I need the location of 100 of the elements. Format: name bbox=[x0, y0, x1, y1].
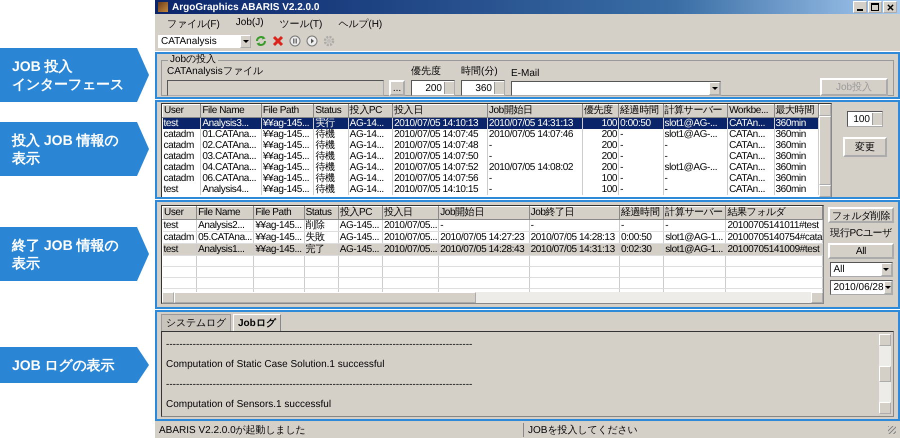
column-header[interactable]: 優先度 bbox=[582, 104, 619, 118]
table-row[interactable]: catadm 04.CATAna... ¥¥ag-145... 待機 AG-14... 2010/07/05 14:07:52 2010/07/05 14:08:02 200 - slot1@AG-... CATAn... 360min bbox=[162, 162, 818, 173]
table-cell: - bbox=[487, 140, 582, 151]
menu-item[interactable]: ファイル(F) bbox=[167, 17, 220, 29]
column-header[interactable]: File Path bbox=[261, 104, 314, 118]
table-row[interactable]: test Analysis4... ¥¥ag-145... 待機 AG-14... 2010/07/05 14:10:15 - 100 - - CATAn... 360min bbox=[162, 184, 818, 195]
table-cell: CATAn... bbox=[728, 162, 774, 173]
callout-text: 表示 bbox=[12, 149, 41, 167]
column-header[interactable]: File Path bbox=[254, 206, 304, 220]
table-cell: slot1@AG-1... bbox=[664, 244, 726, 256]
table-cell: - bbox=[618, 184, 663, 195]
tab[interactable]: Jobログ bbox=[233, 314, 281, 331]
pause-icon[interactable] bbox=[288, 34, 302, 48]
change-button[interactable]: 変更 bbox=[843, 137, 887, 157]
table-cell: ¥¥ag-145... bbox=[261, 173, 314, 184]
menu-item[interactable]: Job(J) bbox=[236, 17, 264, 29]
table-row[interactable]: catadm 03.CATAna... ¥¥ag-145... 待機 AG-14... 2010/07/05 14:07:50 - 200 - - CATAn... 360min bbox=[162, 151, 818, 162]
field-label: E-Mail bbox=[511, 68, 540, 79]
scrollbar[interactable] bbox=[879, 334, 891, 414]
column-header[interactable]: Job開始日 bbox=[438, 206, 530, 220]
column-header[interactable]: Status bbox=[304, 206, 338, 220]
table-row[interactable]: test Analysis1... ¥¥ag-145... 完了 AG-145... 2010/07/05... 2010/07/05 14:28:43 2010/07/05 14:31:13 0:02:30 slot1@AG-1... 20100705141009#test bbox=[162, 244, 822, 256]
table-cell: - bbox=[618, 173, 663, 184]
delete-folder-button[interactable]: フォルダ削除 bbox=[828, 207, 894, 223]
email-dropdown[interactable] bbox=[511, 81, 721, 96]
column-header[interactable]: 経過時間 bbox=[618, 104, 663, 118]
table-row[interactable]: catadm 01.CATAna... ¥¥ag-145... 待機 AG-14... 2010/07/05 14:07:45 2010/07/05 14:07:46 200 - slot1@AG-... CATAn... 360min bbox=[162, 129, 818, 140]
column-header[interactable]: Workbe... bbox=[728, 104, 774, 118]
time-spinner[interactable]: 360 bbox=[461, 80, 505, 96]
table-row[interactable]: catadm 06.CATAna... ¥¥ag-145... 待機 AG-14... 2010/07/05 14:07:56 - 100 - - CATAn... 360min bbox=[162, 173, 818, 184]
menu-item[interactable]: ツール(T) bbox=[280, 17, 322, 29]
table-cell: 20100705141009#test bbox=[726, 244, 822, 256]
table-cell: 待機 bbox=[314, 151, 348, 162]
table-cell: CATAn... bbox=[728, 184, 774, 195]
table-cell: AG-145... bbox=[338, 220, 382, 232]
column-header[interactable]: 投入PC bbox=[348, 104, 393, 118]
table-cell: 04.CATAna... bbox=[200, 162, 262, 173]
column-header[interactable]: 結果フォルダ bbox=[726, 206, 822, 220]
table-cell: test bbox=[162, 244, 197, 256]
table-cell: ¥¥ag-145... bbox=[261, 184, 314, 195]
column-header[interactable]: User bbox=[162, 206, 197, 220]
scrollbar[interactable] bbox=[162, 292, 823, 303]
table-cell: 削除 bbox=[304, 220, 338, 232]
table-row[interactable]: catadm 02.CATAna... ¥¥ag-145... 待機 AG-14... 2010/07/05 14:07:48 - 200 - - CATAn... 360min bbox=[162, 140, 818, 151]
column-header[interactable]: 経過時間 bbox=[620, 206, 664, 220]
table-cell: 2010/07/05 14:10:13 bbox=[392, 118, 488, 129]
table-cell: 200 bbox=[582, 129, 619, 140]
table-cell: 待機 bbox=[314, 140, 348, 151]
scrollbar[interactable] bbox=[819, 104, 831, 197]
table-cell: Analysis1... bbox=[196, 244, 254, 256]
table-cell: ¥¥ag-145... bbox=[261, 151, 314, 162]
delete-icon[interactable] bbox=[271, 34, 285, 48]
app-icon bbox=[158, 2, 168, 12]
browse-button[interactable]: ... bbox=[389, 80, 405, 96]
column-header[interactable]: 計算サーバー bbox=[664, 206, 726, 220]
priority-spinner[interactable]: 100 bbox=[847, 111, 883, 127]
column-header[interactable]: User bbox=[162, 104, 201, 118]
table-cell: - bbox=[618, 140, 663, 151]
menu-item[interactable]: ヘルプ(H) bbox=[338, 17, 382, 29]
table-cell: slot1@AG-... bbox=[663, 118, 728, 129]
column-header[interactable]: File Name bbox=[200, 104, 262, 118]
play-icon[interactable] bbox=[305, 34, 319, 48]
table-cell: 2010/07/05 14:07:46 bbox=[487, 129, 582, 140]
tab[interactable]: システムログ bbox=[161, 314, 231, 331]
column-header[interactable]: 投入PC bbox=[338, 206, 382, 220]
column-header[interactable]: 投入日 bbox=[392, 104, 488, 118]
table-cell: 2010/07/05 14:07:48 bbox=[392, 140, 488, 151]
file-path-field[interactable] bbox=[167, 80, 384, 96]
table-cell: AG-14... bbox=[348, 151, 393, 162]
close-button[interactable] bbox=[883, 1, 897, 13]
callout-text: JOB 投入 bbox=[12, 57, 74, 75]
table-cell: - bbox=[663, 140, 728, 151]
table-cell: AG-14... bbox=[348, 140, 393, 151]
table-row[interactable]: test Analysis2... ¥¥ag-145... 削除 AG-145... 2010/07/05... - - - - 20100705141011#test bbox=[162, 220, 822, 232]
table-cell: 2010/07/05 14:07:50 bbox=[392, 151, 488, 162]
column-header[interactable]: 最大時間 bbox=[774, 104, 818, 118]
date-dropdown[interactable]: 2010/06/28 bbox=[830, 280, 892, 295]
table-row[interactable]: test Analysis3... ¥¥ag-145... 実行 AG-14... 2010/07/05 14:10:13 2010/07/05 14:31:13 100 0:00:50 slot1@AG-... CATAn... 360min bbox=[162, 118, 818, 129]
table-cell: - bbox=[663, 173, 728, 184]
table-cell: - bbox=[618, 151, 663, 162]
table-cell: 2010/07/05 14:07:45 bbox=[392, 129, 488, 140]
column-header[interactable]: File Name bbox=[196, 206, 254, 220]
user-filter-dropdown[interactable]: All bbox=[830, 262, 892, 277]
table-cell: - bbox=[664, 220, 726, 232]
all-button[interactable]: All bbox=[828, 243, 894, 259]
column-header[interactable]: Status bbox=[314, 104, 348, 118]
column-header[interactable]: 計算サーバー bbox=[663, 104, 728, 118]
window-title: ArgoGraphics ABARIS V2.2.0.0 bbox=[172, 2, 320, 12]
column-header[interactable]: Job終了日 bbox=[529, 206, 620, 220]
maximize-button[interactable] bbox=[868, 1, 882, 13]
table-cell: catadm bbox=[162, 173, 201, 184]
table-cell: 20100705141011#test bbox=[726, 220, 822, 232]
job-type-dropdown[interactable]: CATAnalysis bbox=[158, 34, 251, 48]
minimize-button[interactable] bbox=[853, 1, 867, 13]
table-cell: 2010/07/05 14:07:56 bbox=[392, 173, 488, 184]
priority-spinner[interactable]: 200 bbox=[411, 80, 455, 96]
column-header[interactable]: Job開始日 bbox=[487, 104, 582, 118]
table-cell: 0:02:30 bbox=[620, 244, 664, 256]
table-cell: 03.CATAna... bbox=[200, 151, 262, 162]
column-header[interactable]: 投入日 bbox=[382, 206, 439, 220]
